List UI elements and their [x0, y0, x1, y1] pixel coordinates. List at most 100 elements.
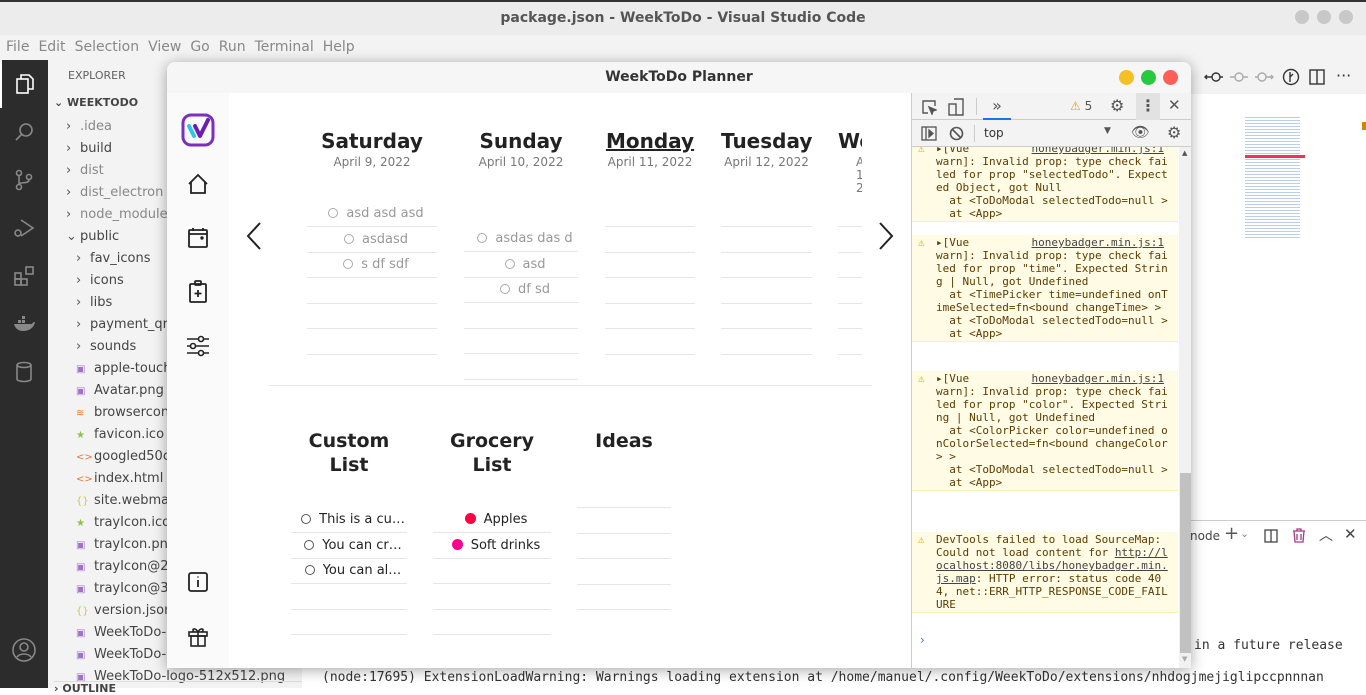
- todo-row[interactable]: [307, 329, 437, 355]
- todo-row[interactable]: asd asd asd: [307, 201, 437, 227]
- git-next-icon[interactable]: [1254, 69, 1274, 85]
- tree-item[interactable]: ▣ Avatar.png: [76, 380, 164, 402]
- context-dropdown-icon[interactable]: ▼: [1104, 126, 1111, 136]
- tree-item[interactable]: › libs: [76, 292, 112, 314]
- day-name[interactable]: Saturday: [307, 129, 437, 153]
- console-warning[interactable]: ⚠ DevTools failed to load SourceMap: Coul…: [912, 532, 1178, 613]
- extensions-icon[interactable]: [0, 252, 48, 300]
- todo-row[interactable]: [605, 303, 695, 329]
- split-editor-icon[interactable]: [1308, 68, 1326, 86]
- tree-item[interactable]: {} site.webmani: [76, 490, 181, 512]
- todo-row[interactable]: [605, 278, 695, 304]
- list-item-checkbox[interactable]: [304, 539, 315, 550]
- scrollbar-thumb[interactable]: [1180, 473, 1191, 653]
- close-devtools-icon[interactable]: ✕: [1168, 96, 1181, 114]
- todo-row[interactable]: [605, 252, 695, 278]
- color-dot-icon[interactable]: [464, 513, 476, 524]
- console-scrollbar[interactable]: ▲ ▼: [1179, 147, 1191, 668]
- list-item-row[interactable]: [433, 609, 551, 635]
- warning-count-badge[interactable]: ⚠ 5: [1070, 99, 1092, 113]
- tree-item[interactable]: › .idea: [66, 116, 112, 138]
- todo-row[interactable]: [838, 227, 862, 253]
- menu-terminal[interactable]: Terminal: [255, 39, 314, 55]
- devtools-settings-icon[interactable]: ⚙: [1110, 96, 1124, 115]
- context-selector[interactable]: top: [984, 126, 1004, 140]
- list-item-row[interactable]: [577, 584, 671, 610]
- todo-row[interactable]: [838, 252, 862, 278]
- menu-go[interactable]: Go: [190, 39, 209, 55]
- next-days-arrow-icon[interactable]: [877, 221, 895, 251]
- more-tabs-button[interactable]: »: [983, 93, 1011, 120]
- split-terminal-icon[interactable]: [1264, 529, 1278, 543]
- list-item-checkbox[interactable]: [301, 514, 312, 524]
- list-item-row[interactable]: You can al…: [291, 558, 407, 584]
- app-minimize-button[interactable]: [1119, 70, 1134, 85]
- explorer-icon[interactable]: [0, 60, 48, 108]
- terminal-dropdown-icon[interactable]: ⌄: [1240, 527, 1249, 540]
- todo-row[interactable]: [721, 252, 812, 278]
- todo-row[interactable]: [605, 201, 695, 227]
- todo-checkbox[interactable]: [344, 233, 354, 244]
- calendar-icon[interactable]: [183, 223, 213, 253]
- tree-item[interactable]: ▣ apple-touch-i: [76, 358, 180, 380]
- todo-row[interactable]: asdasd: [307, 227, 437, 253]
- tree-item[interactable]: ≋ browserconfi: [76, 402, 177, 424]
- todo-checkbox[interactable]: [328, 208, 339, 218]
- source-link[interactable]: honeybadger.min.js:1: [1032, 372, 1164, 385]
- git-graph-icon[interactable]: [1282, 68, 1300, 86]
- tree-item[interactable]: <>googled50c8: [76, 446, 178, 468]
- kill-terminal-icon[interactable]: [1292, 528, 1306, 543]
- tree-item[interactable]: ▣ WeekToDo-ic: [76, 644, 177, 666]
- console-sidebar-icon[interactable]: [921, 126, 937, 141]
- outline-section[interactable]: › OUTLINE: [54, 681, 302, 695]
- info-icon[interactable]: [183, 567, 213, 597]
- close-button[interactable]: [1339, 10, 1353, 24]
- tree-item[interactable]: › dist_electron: [66, 182, 163, 204]
- console-warning[interactable]: ⚠ honeybadger.min.js:1 ▸[Vue warn]: Invali…: [912, 371, 1178, 491]
- tree-item[interactable]: {} version.json: [76, 600, 172, 622]
- app-close-button[interactable]: [1163, 70, 1178, 85]
- account-icon[interactable]: [0, 626, 48, 674]
- todo-row[interactable]: [838, 278, 862, 304]
- todo-row[interactable]: [307, 303, 437, 329]
- gift-icon[interactable]: [183, 621, 213, 651]
- menu-view[interactable]: View: [148, 39, 181, 55]
- todo-row[interactable]: [721, 227, 812, 253]
- tree-item[interactable]: ★ favicon.ico: [76, 424, 164, 446]
- todo-row[interactable]: [721, 329, 812, 355]
- todo-row[interactable]: asdas das d: [464, 226, 578, 252]
- list-item-row[interactable]: [577, 482, 671, 508]
- todo-row[interactable]: [721, 278, 812, 304]
- list-item-row[interactable]: [433, 558, 551, 584]
- todo-row[interactable]: [464, 303, 578, 329]
- todo-row[interactable]: [464, 354, 578, 380]
- todo-checkbox[interactable]: [343, 259, 354, 269]
- todo-row[interactable]: df sd: [464, 277, 578, 303]
- list-title[interactable]: Ideas: [577, 429, 671, 453]
- todo-row[interactable]: [838, 303, 862, 329]
- console-prompt-icon[interactable]: ›: [920, 633, 925, 647]
- tree-item[interactable]: › dist: [66, 160, 104, 182]
- clipboard-plus-icon[interactable]: [183, 277, 213, 307]
- maximize-panel-icon[interactable]: ︿: [1319, 525, 1333, 545]
- todo-row[interactable]: [721, 201, 812, 227]
- console-warning[interactable]: ⚠ honeybadger.min.js:1 ▸[Vue warn]: Invali…: [912, 235, 1178, 342]
- sliders-icon[interactable]: [183, 331, 213, 361]
- tree-item[interactable]: <>index.html: [76, 468, 163, 490]
- run-debug-icon[interactable]: [0, 204, 48, 252]
- live-expression-eye-icon[interactable]: 👁: [1131, 123, 1150, 141]
- day-name[interactable]: Tuesday: [721, 129, 812, 153]
- tree-item[interactable]: › fav_icons: [76, 248, 150, 270]
- maximize-button[interactable]: [1317, 10, 1331, 24]
- close-panel-icon[interactable]: ✕: [1344, 525, 1357, 543]
- list-item-row[interactable]: This is a cu…: [291, 507, 407, 533]
- console-warning[interactable]: ⚠ honeybadger.min.js:1 ▸[Vue warn]: Invali…: [912, 147, 1178, 222]
- home-icon[interactable]: [183, 169, 213, 199]
- list-title[interactable]: Custom List: [304, 429, 394, 477]
- color-dot-icon[interactable]: [451, 538, 463, 550]
- menu-run[interactable]: Run: [219, 39, 246, 55]
- console-settings-icon[interactable]: ⚙: [1167, 123, 1181, 142]
- weektodo-logo[interactable]: [181, 113, 215, 147]
- menu-selection[interactable]: Selection: [75, 39, 140, 55]
- customize-menu-icon[interactable]: ⋮: [1136, 93, 1160, 120]
